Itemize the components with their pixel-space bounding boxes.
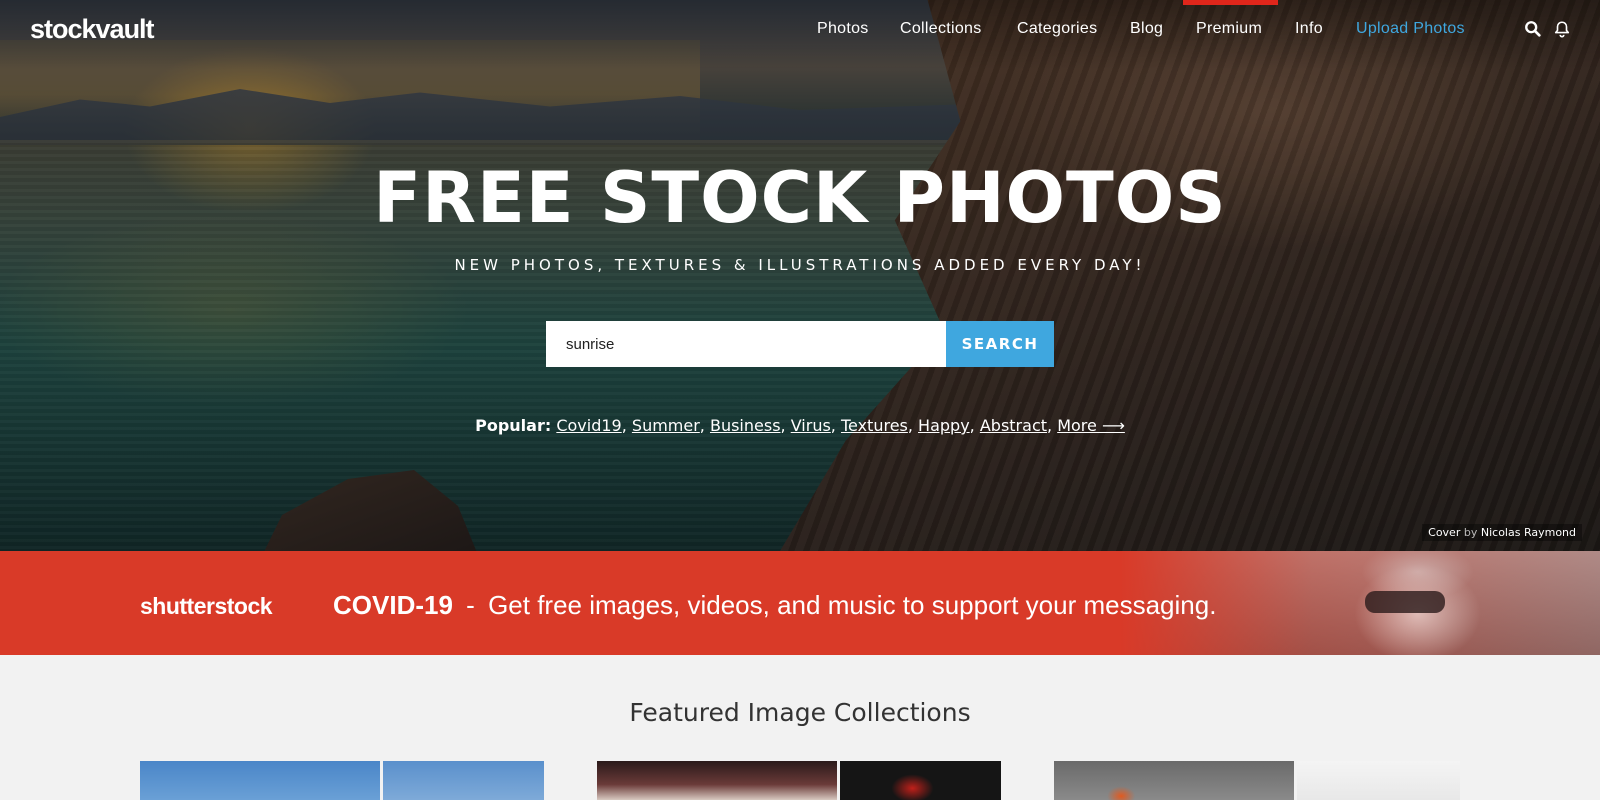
collection-card[interactable] — [140, 761, 544, 800]
banner-headline: COVID-19 — [333, 590, 453, 620]
search-input[interactable] — [546, 321, 946, 367]
banner-message: COVID-19 - Get free images, videos, and … — [333, 590, 1216, 621]
nav-collections[interactable]: Collections — [900, 20, 982, 38]
shutterstock-logo[interactable]: shutterstock — [140, 593, 273, 620]
hero-overlay — [0, 0, 1600, 551]
bell-icon[interactable] — [1553, 20, 1573, 40]
collection-thumbnail — [597, 761, 837, 800]
collection-thumbnail — [383, 761, 544, 800]
main-nav: Photos Collections Categories Blog Premi… — [0, 20, 1600, 44]
popular-tag-virus[interactable]: Virus — [791, 416, 831, 435]
search-bar: SEARCH — [546, 321, 1054, 367]
collection-thumbnail — [1054, 761, 1294, 800]
nav-upload-photos[interactable]: Upload Photos — [1356, 20, 1465, 38]
nav-categories[interactable]: Categories — [1017, 20, 1097, 38]
popular-tag-abstract[interactable]: Abstract — [980, 416, 1047, 435]
cover-credit: Cover by Nicolas Raymond — [1422, 524, 1582, 541]
banner-separator: - — [466, 590, 475, 620]
collection-card[interactable] — [1054, 761, 1460, 800]
hero-subtitle: NEW PHOTOS, TEXTURES & ILLUSTRATIONS ADD… — [454, 256, 1146, 274]
popular-tags: Popular: Covid19, Summer, Business, Viru… — [475, 416, 1125, 435]
nav-info[interactable]: Info — [1295, 20, 1323, 38]
cover-credit-author[interactable]: Nicolas Raymond — [1481, 526, 1576, 539]
collection-thumbnail — [140, 761, 380, 800]
hero-title: FREE STOCK PHOTOS — [373, 157, 1227, 239]
nav-blog[interactable]: Blog — [1130, 20, 1163, 38]
popular-tag-covid19[interactable]: Covid19 — [556, 416, 621, 435]
premium-highlight-bar — [1183, 0, 1278, 5]
nav-premium[interactable]: Premium — [1196, 20, 1262, 38]
banner-text: Get free images, videos, and music to su… — [488, 590, 1217, 620]
popular-label: Popular: — [475, 416, 552, 435]
search-icon[interactable] — [1524, 20, 1544, 40]
collection-card[interactable] — [597, 761, 1001, 800]
cover-credit-by: by — [1463, 526, 1478, 539]
nav-photos[interactable]: Photos — [817, 20, 869, 38]
popular-tag-business[interactable]: Business — [710, 416, 781, 435]
hero-section — [0, 0, 1600, 551]
featured-collections-title: Featured Image Collections — [629, 698, 971, 727]
popular-tag-happy[interactable]: Happy — [918, 416, 970, 435]
popular-tag-summer[interactable]: Summer — [632, 416, 700, 435]
cover-credit-prefix: Cover — [1428, 526, 1461, 539]
popular-tag-textures[interactable]: Textures — [841, 416, 908, 435]
popular-more-link[interactable]: More ⟶ — [1057, 416, 1125, 435]
banner-photo-detail — [1365, 591, 1445, 613]
collection-thumbnail — [1297, 761, 1460, 800]
search-button[interactable]: SEARCH — [946, 321, 1054, 367]
collection-thumbnail — [840, 761, 1001, 800]
